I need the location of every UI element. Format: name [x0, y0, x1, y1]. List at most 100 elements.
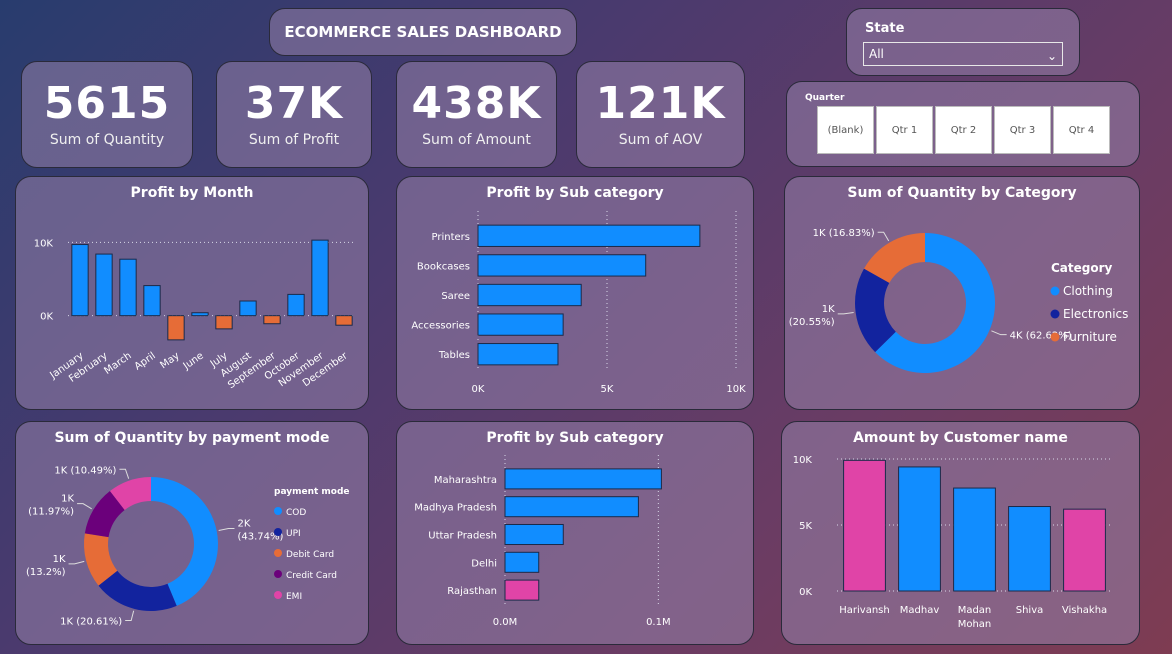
- data-label: 2K: [237, 519, 250, 530]
- profit-by-subcategory-card: Profit by Sub category 0K 5K 10K Printers Bo…: [396, 176, 754, 410]
- profit-by-month-chart: 0K10KJanuaryFebruaryMarchApril May June Jul…: [34, 238, 356, 391]
- bar: [119, 258, 137, 317]
- legend-title: payment mode: [274, 487, 350, 497]
- data-label: 1K (16.83%): [813, 228, 875, 239]
- x-tick-label: March: [102, 350, 133, 376]
- y-tick-label: Madhya Pradesh: [414, 503, 497, 514]
- bar: [477, 343, 559, 366]
- y-tick-label: Tables: [438, 350, 470, 361]
- bar: [215, 315, 233, 330]
- bar: [167, 315, 185, 341]
- quantity-by-payment-card: Sum of Quantity by payment mode 2K (43.74…: [15, 421, 369, 645]
- dashboard-title-card: ECOMMERCE SALES DASHBOARD: [269, 8, 577, 56]
- bar: [95, 253, 113, 317]
- x-tick-label: June: [181, 350, 206, 372]
- bar: [191, 312, 209, 317]
- state-dropdown-value: All: [869, 47, 884, 61]
- bar: [477, 313, 564, 336]
- y-tick-label: Saree: [441, 291, 470, 302]
- profit-by-state-card: Profit by Sub category 0.0M 0.1M Maharasht…: [396, 421, 754, 645]
- dashboard-title: ECOMMERCE SALES DASHBOARD: [284, 23, 562, 41]
- bar: [1008, 506, 1051, 592]
- data-label: (13.2%): [26, 567, 66, 578]
- data-label: 1K (10.49%): [54, 465, 116, 476]
- quarter-button-qtr2[interactable]: Qtr 2: [935, 106, 992, 154]
- legend-marker: [274, 507, 282, 515]
- y-tick-label: Accessories: [411, 321, 470, 332]
- y-tick-label: 5K: [799, 521, 812, 532]
- legend-marker: [274, 570, 282, 578]
- label-leader: [837, 311, 854, 315]
- quarter-button-blank[interactable]: (Blank): [817, 106, 874, 154]
- y-tick-label: Delhi: [471, 558, 497, 569]
- quantity-by-category-chart: 4K (62.62%)1K(20.55%)1K (16.83%)Category…: [789, 228, 1128, 373]
- kpi-value: 438K: [411, 77, 542, 129]
- x-tick-label: 0.0M: [493, 617, 518, 628]
- label-leader: [68, 560, 85, 565]
- x-tick-label: 0.1M: [646, 617, 671, 628]
- bar: [504, 496, 639, 518]
- data-label: 1K: [822, 304, 835, 315]
- quarter-filter-label: Quarter: [805, 93, 845, 103]
- y-tick-label: 0K: [40, 312, 53, 323]
- legend-label: Debit Card: [286, 550, 334, 560]
- bar: [477, 254, 647, 277]
- profit-by-subcategory-chart: 0K 5K 10K Printers Bookcases Saree Accessories…: [411, 211, 746, 395]
- legend-label: Credit Card: [286, 571, 337, 581]
- bar: [477, 283, 582, 307]
- kpi-label: Sum of AOV: [618, 131, 703, 148]
- x-tick-label: Vishakha: [1062, 605, 1107, 616]
- legend-title: Category: [1051, 261, 1113, 275]
- legend-label: Clothing: [1063, 284, 1113, 298]
- chevron-down-icon: ⌄: [1046, 49, 1057, 63]
- x-tick-label: Madhav: [900, 605, 940, 616]
- kpi-card-profit: 37K Sum of Profit: [216, 61, 372, 168]
- y-tick-label: 0K: [799, 587, 812, 598]
- y-tick-label: 10K: [793, 455, 813, 466]
- quarter-filter-card: Quarter (Blank) Qtr 1 Qtr 2 Qtr 3 Qtr 4: [786, 81, 1140, 167]
- data-label: (20.55%): [789, 317, 835, 328]
- data-label: 1K: [53, 554, 66, 565]
- x-tick-label: April: [133, 350, 158, 372]
- x-tick-label: Shiva: [1016, 605, 1044, 616]
- amount-by-customer-chart: 0K 5K 10K Harivansh Madhav Madan Mohan Shiva Vis…: [793, 455, 1112, 630]
- data-label: 1K: [61, 494, 74, 505]
- data-label: 1K (20.61%): [60, 616, 122, 627]
- label-leader: [877, 231, 890, 242]
- legend-marker: [1050, 309, 1060, 319]
- x-tick-label: 5K: [601, 384, 614, 395]
- x-tick-label: Mohan: [958, 619, 992, 630]
- legend-label: COD: [286, 508, 306, 518]
- bar: [263, 315, 281, 325]
- kpi-card-aov: 121K Sum of AOV: [576, 61, 745, 168]
- legend-marker: [1050, 332, 1060, 342]
- bar: [504, 468, 662, 490]
- x-tick-label: Harivansh: [839, 605, 889, 616]
- profit-by-month-card: Profit by Month 0K 10K January February Marc…: [15, 176, 369, 410]
- bar: [335, 315, 353, 326]
- bar: [239, 300, 257, 317]
- legend-label: Electronics: [1063, 307, 1128, 321]
- legend-marker: [1050, 286, 1060, 296]
- y-tick-label: Rajasthan: [447, 586, 497, 597]
- quarter-button-qtr4[interactable]: Qtr 4: [1053, 106, 1110, 154]
- bar: [71, 244, 89, 317]
- y-tick-label: Bookcases: [417, 261, 470, 272]
- bar: [143, 285, 161, 317]
- state-dropdown[interactable]: All ⌄: [863, 42, 1063, 66]
- quarter-button-qtr1[interactable]: Qtr 1: [876, 106, 933, 154]
- label-leader: [991, 330, 1007, 336]
- state-filter-card: State All ⌄: [846, 8, 1080, 76]
- kpi-label: Sum of Quantity: [49, 131, 165, 148]
- label-leader: [125, 610, 135, 621]
- profit-by-state-chart: 0.0M 0.1M Maharashtra Madhya Pradesh Uttar P…: [414, 455, 671, 628]
- quantity-by-category-card: Sum of Quantity by Category 4K (62.62%) 1…: [784, 176, 1140, 410]
- quarter-button-qtr3[interactable]: Qtr 3: [994, 106, 1051, 154]
- bar: [477, 224, 701, 247]
- legend-marker: [274, 591, 282, 599]
- kpi-label: Sum of Amount: [422, 131, 531, 148]
- label-leader: [77, 503, 92, 510]
- y-tick-label: Uttar Pradesh: [428, 531, 497, 542]
- legend-label: EMI: [286, 592, 302, 602]
- bar: [898, 466, 941, 592]
